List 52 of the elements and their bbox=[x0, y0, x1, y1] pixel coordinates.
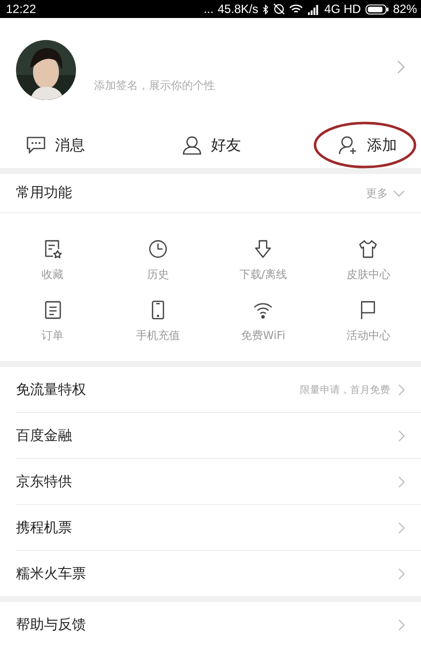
row-label: 百度金融 bbox=[16, 426, 73, 444]
function-item[interactable]: 手机充值 bbox=[105, 300, 210, 343]
status-time: 12:22 bbox=[6, 2, 36, 16]
more-button[interactable]: 更多 bbox=[366, 186, 405, 200]
network-speed: 45.8K/s bbox=[218, 2, 258, 16]
function-item[interactable]: 历史 bbox=[105, 239, 210, 282]
shirt-icon bbox=[358, 239, 378, 259]
chat-icon bbox=[26, 135, 46, 155]
wifi-icon bbox=[253, 300, 274, 320]
menu-row[interactable]: 帮助与反馈 bbox=[16, 602, 421, 647]
function-item[interactable]: 皮肤中心 bbox=[316, 239, 421, 282]
menu-row[interactable]: 京东特供 bbox=[16, 459, 421, 505]
chevron-right-icon bbox=[398, 568, 405, 580]
row-label: 京东特供 bbox=[16, 472, 73, 490]
function-item[interactable]: 活动中心 bbox=[316, 300, 421, 343]
row-label: 免流量特权 bbox=[16, 380, 87, 398]
action-button[interactable]: 好友 bbox=[180, 131, 243, 159]
chevron-right-icon bbox=[398, 430, 405, 442]
wifi-signal-icon bbox=[289, 4, 304, 14]
chevron-right-icon bbox=[398, 476, 405, 488]
row-label: 携程机票 bbox=[16, 518, 73, 536]
row-label: 糯米火车票 bbox=[16, 564, 87, 582]
alarm-off-icon bbox=[273, 3, 286, 15]
menu-row[interactable]: 免流量特权 限量申请，首月免费 bbox=[16, 367, 421, 413]
menu-row[interactable]: 携程机票 bbox=[16, 505, 421, 551]
function-item[interactable]: 免费WiFi bbox=[210, 300, 316, 343]
row-note: 限量申请，首月免费 bbox=[300, 384, 390, 396]
network-type: 4G HD bbox=[324, 2, 361, 16]
add-person-icon bbox=[338, 135, 358, 155]
document-icon bbox=[42, 300, 63, 320]
person-icon bbox=[182, 135, 202, 155]
chevron-right-icon bbox=[398, 618, 405, 630]
download-icon bbox=[253, 239, 274, 259]
function-item[interactable]: 订单 bbox=[0, 300, 106, 343]
chevron-right-icon bbox=[398, 522, 405, 534]
row-label: 帮助与反馈 bbox=[16, 616, 87, 634]
function-item[interactable]: 下载/离线 bbox=[210, 239, 316, 282]
battery-percent: 82% bbox=[392, 2, 417, 16]
action-button[interactable]: 消息 bbox=[24, 131, 87, 159]
battery-icon bbox=[364, 4, 389, 14]
function-item[interactable]: 收藏 bbox=[0, 239, 106, 282]
section-title: 常用功能 bbox=[16, 184, 72, 202]
signature-placeholder[interactable]: 添加签名，展示你的个性 bbox=[94, 78, 397, 92]
cell-signal-icon bbox=[307, 4, 320, 14]
menu-row[interactable]: 百度金融 bbox=[16, 413, 421, 459]
bluetooth-icon bbox=[262, 4, 270, 14]
clock-icon bbox=[148, 239, 168, 259]
chevron-down-icon bbox=[393, 190, 405, 196]
favorite-icon bbox=[42, 239, 63, 259]
menu-row[interactable]: 糯米火车票 bbox=[16, 551, 421, 596]
chevron-right-icon bbox=[398, 384, 405, 396]
status-dots: ... bbox=[204, 2, 214, 16]
